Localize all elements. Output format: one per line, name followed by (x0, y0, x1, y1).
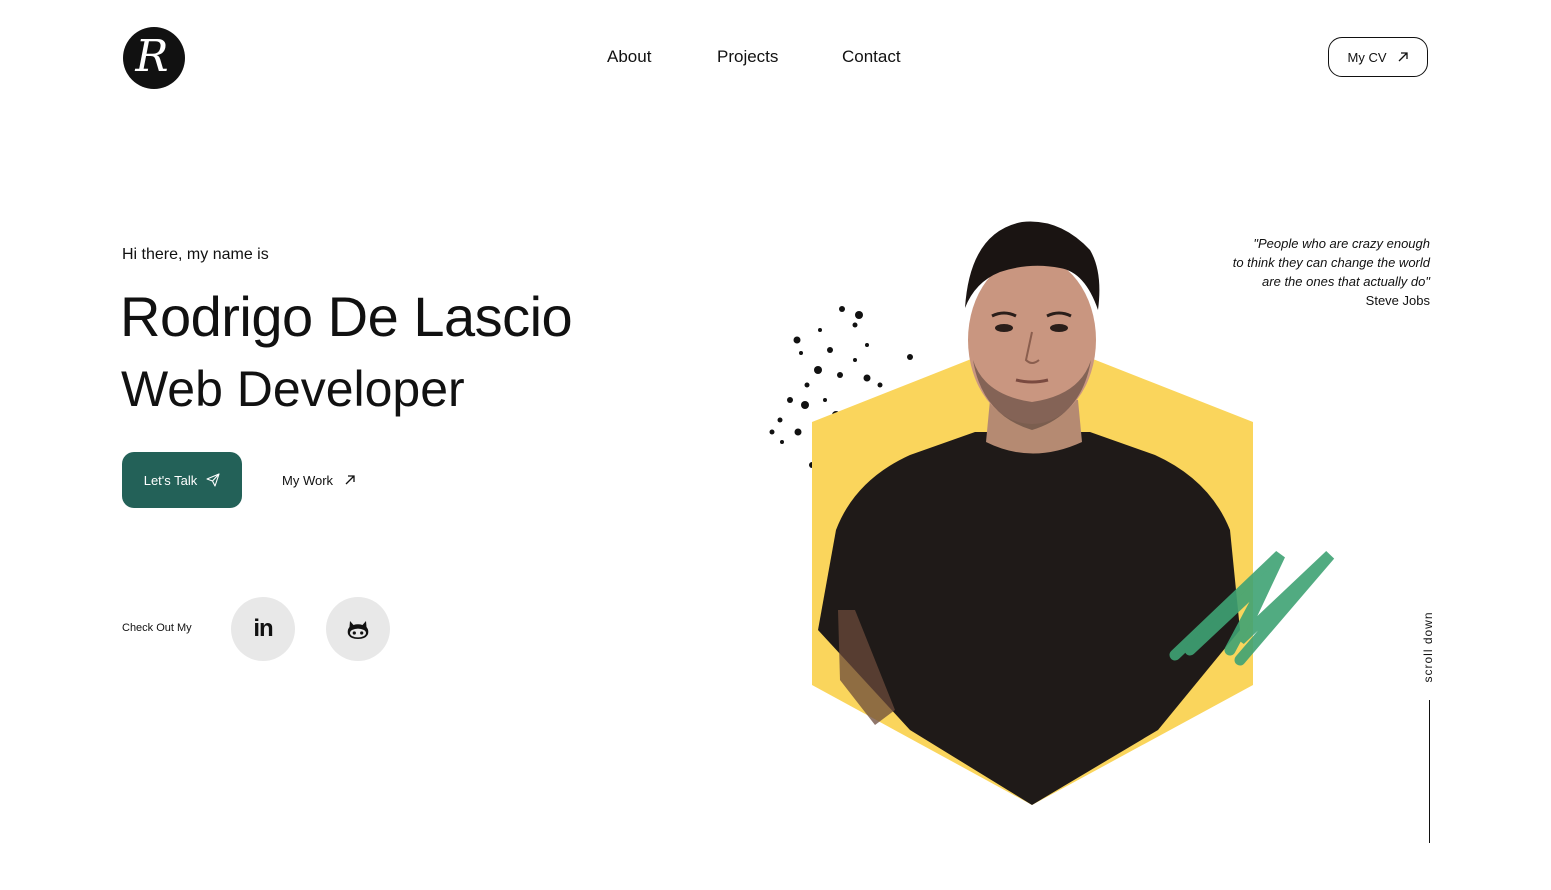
scroll-line (1429, 700, 1430, 843)
arrow-up-right-icon (1398, 52, 1408, 62)
cv-button-label: My CV (1347, 49, 1387, 65)
greeting: Hi there, my name is (122, 246, 269, 263)
linkedin-icon: in (253, 615, 273, 642)
arrow-up-right-icon (345, 475, 355, 485)
lets-talk-label: Let's Talk (143, 472, 198, 488)
scroll-down-indicator[interactable]: scroll down (1420, 607, 1436, 687)
my-work-label: My Work (282, 472, 334, 488)
check-out-label: Check Out My (122, 622, 192, 634)
nav-contact[interactable]: Contact (842, 46, 901, 68)
portrait-illustration (769, 221, 1335, 805)
scroll-down-label: scroll down (1421, 611, 1435, 683)
github-button[interactable] (326, 597, 390, 661)
linkedin-button[interactable]: in (231, 597, 295, 661)
nav-projects[interactable]: Projects (717, 46, 842, 68)
quote-author: Steve Jobs (1365, 293, 1430, 308)
github-icon (347, 621, 369, 639)
hero-role: Web Developer (121, 361, 465, 417)
main-nav: About Projects Contact (607, 46, 901, 68)
hero-name: Rodrigo De Lascio (120, 285, 573, 348)
logo-letter: R (135, 31, 169, 82)
logo[interactable]: R (123, 27, 185, 89)
cv-button[interactable]: My CV (1328, 37, 1428, 77)
my-work-link[interactable]: My Work (282, 469, 356, 491)
lets-talk-button[interactable]: Let's Talk (122, 452, 242, 508)
send-icon (206, 473, 220, 487)
nav-about[interactable]: About (607, 46, 717, 68)
